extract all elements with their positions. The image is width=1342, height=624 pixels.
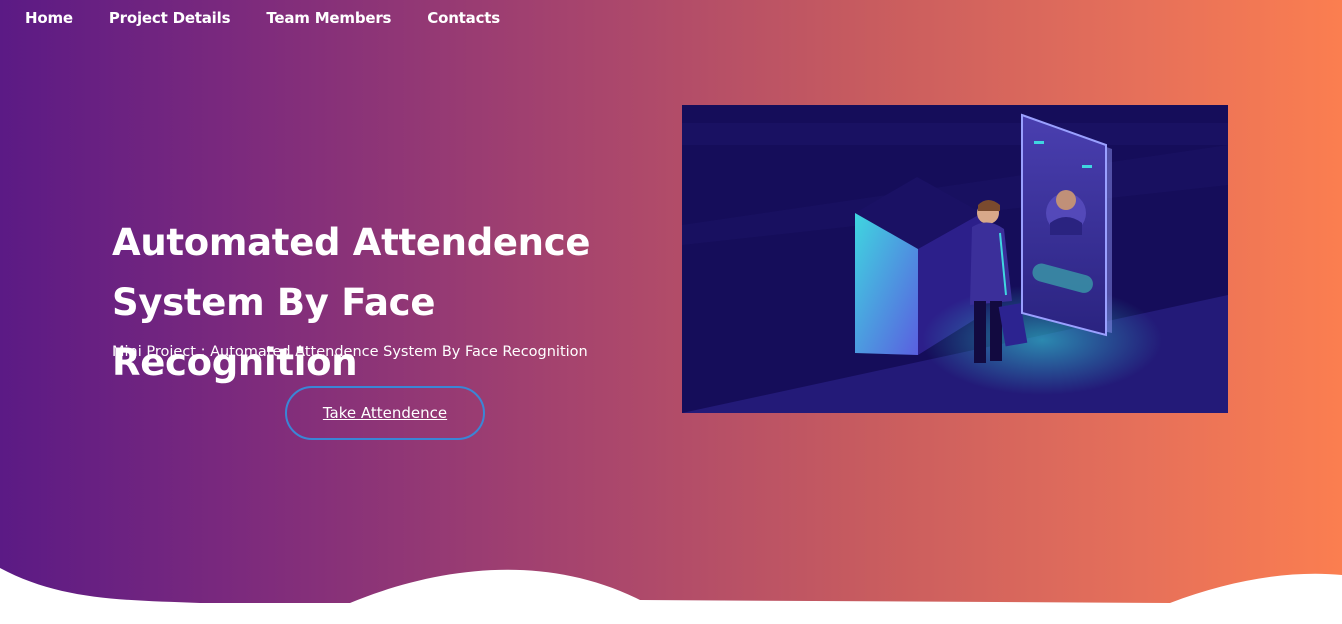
- nav-contacts-link[interactable]: Contacts: [427, 9, 500, 27]
- phone-device: [1021, 113, 1112, 337]
- top-nav: Home Project Details Team Members Contac…: [25, 9, 500, 27]
- hero-subtitle: Mini Project : Automated Attendence Syst…: [112, 344, 588, 360]
- bottom-wave: [0, 568, 1342, 605]
- nav-project-details-link[interactable]: Project Details: [109, 9, 231, 27]
- hero-title: Automated Attendence System By Face Reco…: [112, 213, 672, 393]
- take-attendence-button[interactable]: Take Attendence: [285, 386, 485, 440]
- hero-title-line-2: System By Face Recognition: [112, 281, 436, 384]
- face-recognition-illustration: [682, 105, 1228, 413]
- hero-title-line-1: Automated Attendence: [112, 221, 591, 264]
- nav-team-members-link[interactable]: Team Members: [266, 9, 391, 27]
- nav-home-link[interactable]: Home: [25, 9, 73, 27]
- hero-section: Home Project Details Team Members Contac…: [0, 0, 1342, 605]
